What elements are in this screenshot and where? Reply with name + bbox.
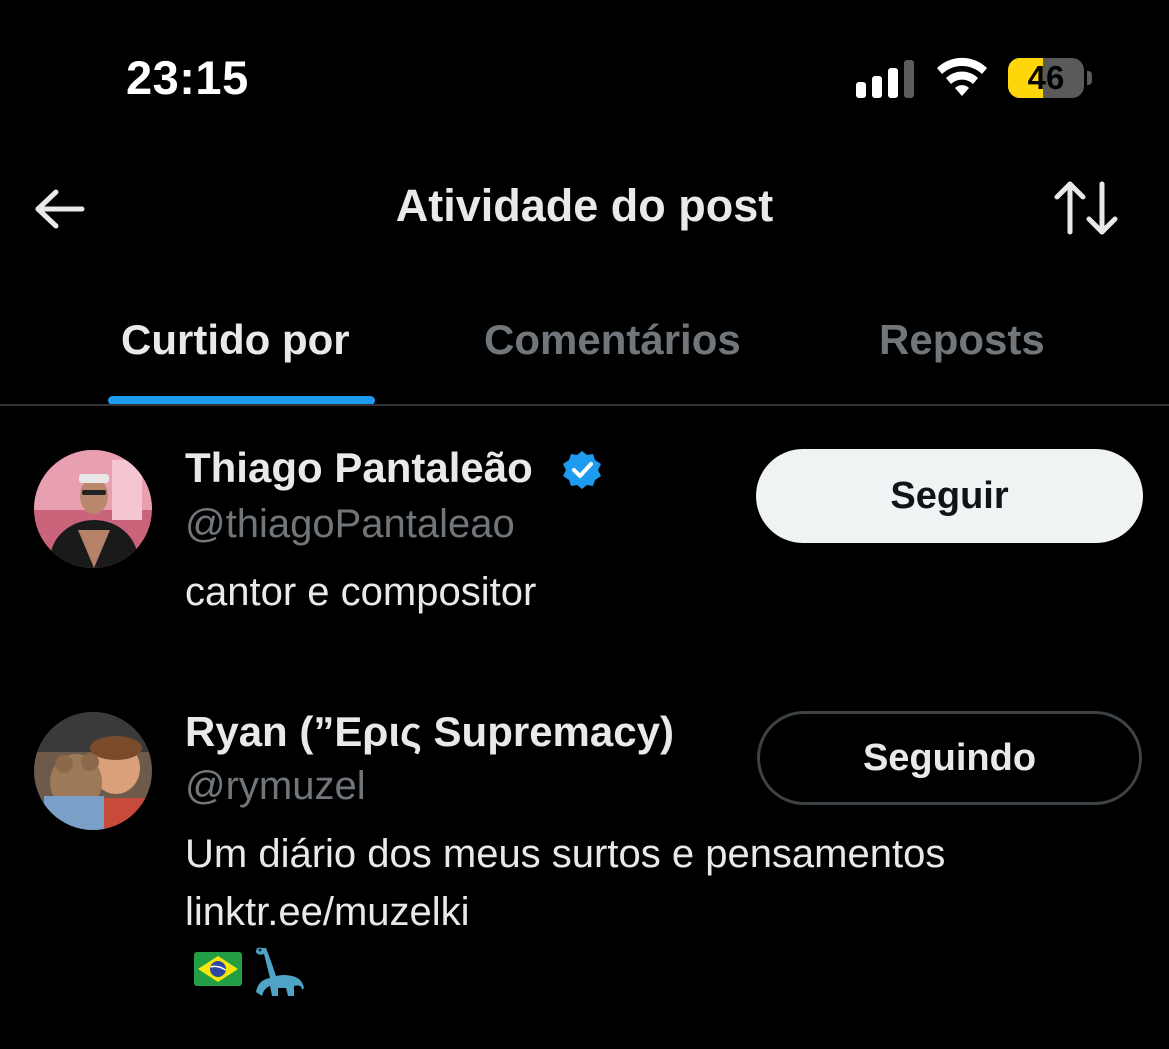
avatar-image [34,450,152,568]
battery-percentage: 46 [1027,59,1065,96]
battery-icon: 46 [1008,58,1084,98]
status-time: 23:15 [126,51,249,104]
user-handle[interactable]: @thiagoPantaleao [185,502,515,547]
brazil-flag-icon [194,952,242,986]
page-title: Atividade do post [395,180,774,231]
cellular-signal-icon [856,58,914,98]
tab-liked-by[interactable]: Curtido por [121,316,350,364]
sauropod-icon [256,947,304,996]
user-bio-link[interactable]: linktr.ee/muzelki [185,883,470,941]
post-activity-screen: 23:15 46 Atividade do post Curtido por C… [0,0,1169,1049]
tab-reposts[interactable]: Reposts [879,316,1045,364]
following-button[interactable]: Seguindo [757,711,1142,805]
tab-comments[interactable]: Comentários [484,316,741,364]
battery-tip [1087,71,1092,85]
tabs-divider [0,404,1169,406]
wifi-icon [937,57,987,96]
user-bio-line: Um diário dos meus surtos e pensamentos [185,832,946,876]
user-name[interactable]: Ryan (”Ερις Supremacy) [185,708,674,756]
user-name[interactable]: Thiago Pantaleão [185,444,533,492]
verified-badge-icon [563,451,601,489]
sort-arrows-icon [1054,181,1118,235]
avatar-image [34,712,152,830]
sort-button[interactable] [1052,178,1120,238]
avatar[interactable] [34,712,152,830]
user-bio-line: cantor e compositor [185,570,537,614]
follow-button[interactable]: Seguir [756,449,1143,543]
user-handle[interactable]: @rymuzel [185,764,366,809]
avatar[interactable] [34,450,152,568]
